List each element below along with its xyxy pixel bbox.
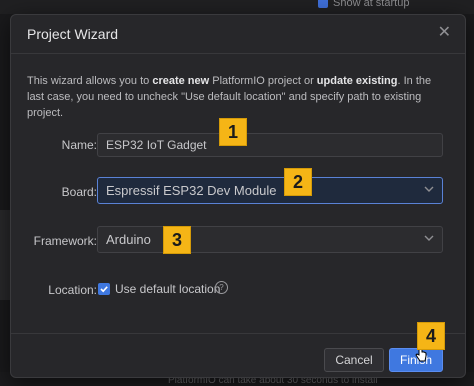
callout-badge-2: 2 bbox=[284, 168, 312, 196]
callout-badge-3: 3 bbox=[163, 226, 191, 254]
project-wizard-dialog: Project Wizard ✕ This wizard allows you … bbox=[10, 14, 466, 378]
background-panel bbox=[0, 210, 10, 300]
checkmark-icon bbox=[100, 286, 108, 293]
framework-label: Framework: bbox=[33, 234, 97, 248]
chevron-down-icon bbox=[424, 186, 434, 192]
startup-checkbox[interactable] bbox=[318, 0, 328, 8]
title-divider bbox=[11, 53, 465, 54]
name-input[interactable]: ESP32 IoT Gadget bbox=[97, 133, 443, 157]
intro-text: This wizard allows you to create new Pla… bbox=[27, 75, 432, 119]
board-select-value: Espressif ESP32 Dev Module bbox=[106, 183, 277, 198]
dialog-title: Project Wizard bbox=[27, 26, 119, 42]
name-label: Name: bbox=[61, 138, 97, 152]
help-icon[interactable]: ? bbox=[215, 281, 228, 294]
footer-divider bbox=[11, 333, 465, 334]
framework-select-value: Arduino bbox=[106, 232, 151, 247]
use-default-location-label[interactable]: Use default location bbox=[115, 282, 220, 296]
use-default-location-checkbox[interactable] bbox=[98, 283, 110, 295]
board-label: Board: bbox=[61, 185, 97, 199]
cancel-button[interactable]: Cancel bbox=[324, 348, 384, 372]
callout-badge-4: 4 bbox=[417, 322, 445, 350]
close-icon[interactable]: ✕ bbox=[438, 25, 451, 41]
chevron-down-icon bbox=[424, 235, 434, 241]
callout-badge-1: 1 bbox=[219, 118, 247, 146]
startup-label: Show at startup bbox=[333, 0, 410, 9]
board-select[interactable]: Espressif ESP32 Dev Module bbox=[97, 177, 443, 204]
name-input-value: ESP32 IoT Gadget bbox=[106, 138, 207, 152]
framework-select[interactable]: Arduino bbox=[97, 226, 443, 253]
show-at-startup-option[interactable]: Show at startup bbox=[318, 0, 409, 9]
location-label: Location: bbox=[48, 283, 97, 297]
